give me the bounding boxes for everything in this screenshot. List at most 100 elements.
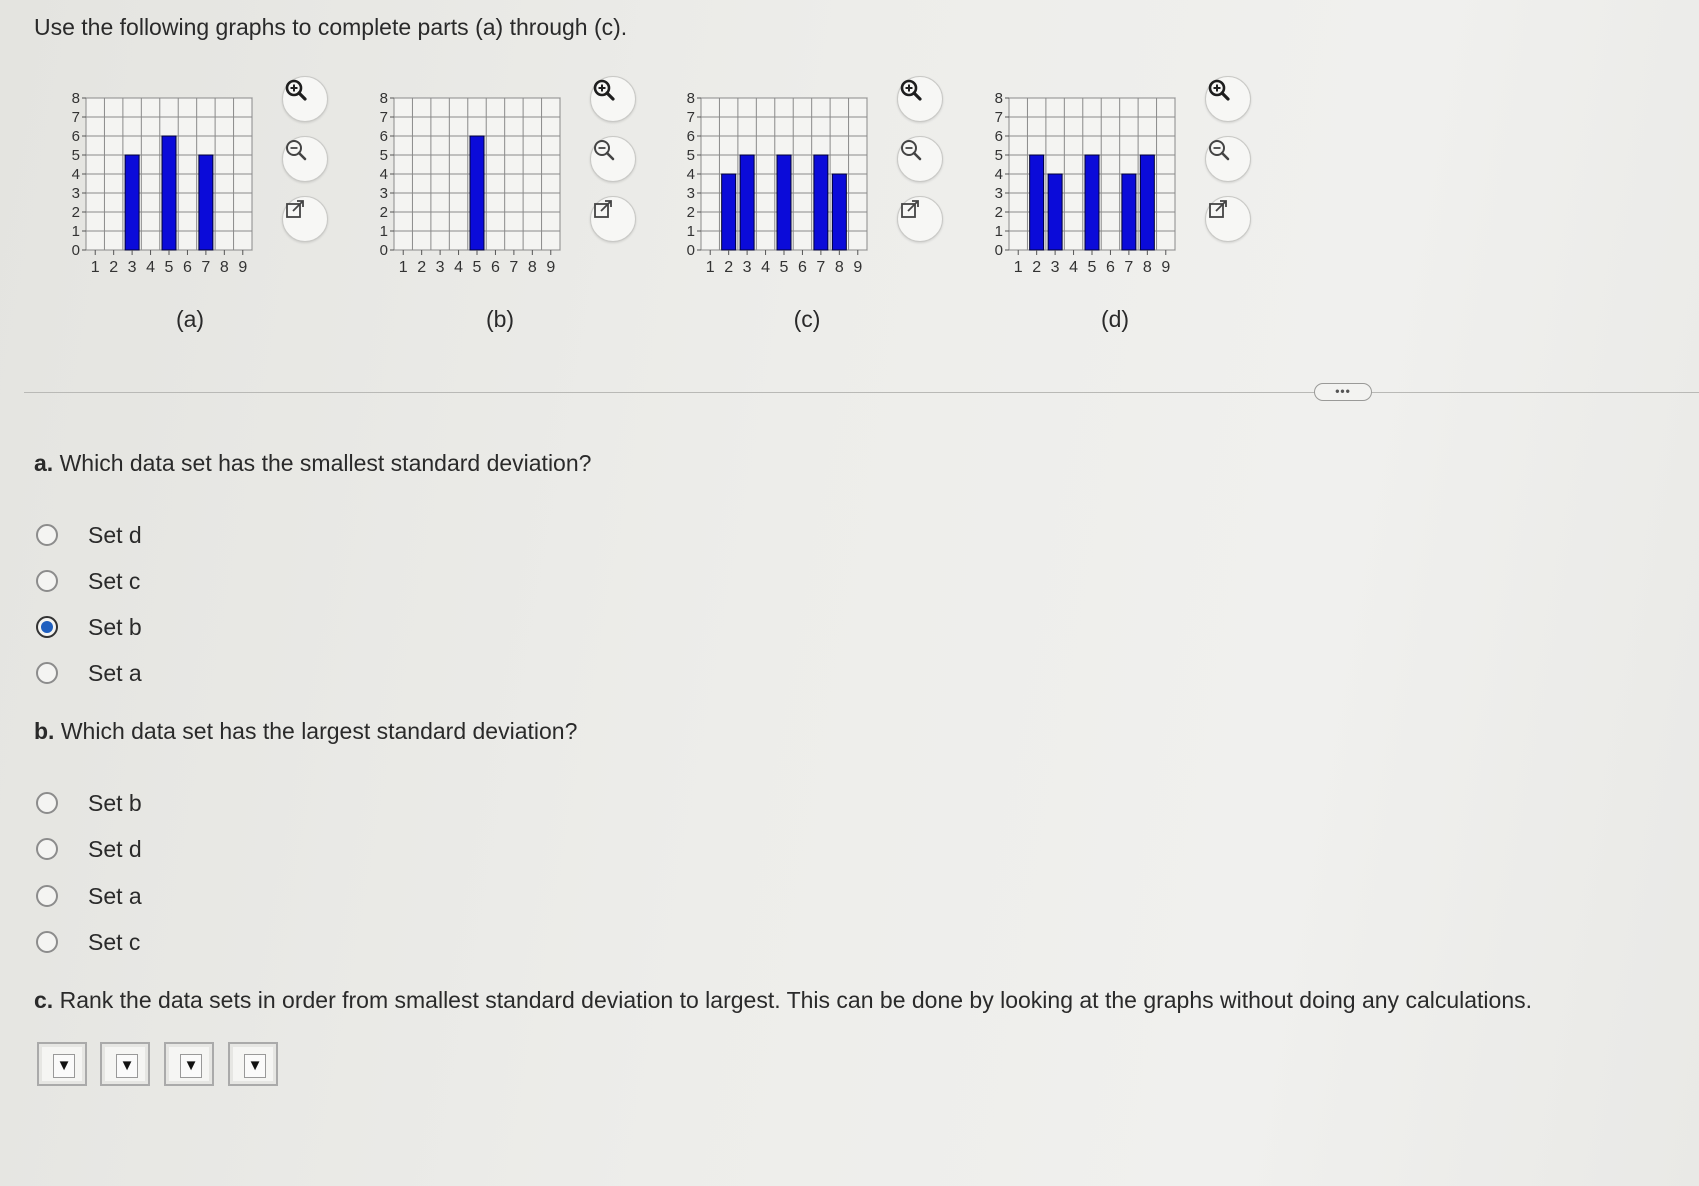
chart-c-svg: 0123456781 2 3 4 5 6 7 8 9 — [687, 90, 868, 276]
y-tick-label: 0 — [380, 242, 388, 259]
x-tick-label: 5 — [165, 259, 174, 276]
bar — [198, 154, 214, 251]
y-tick-label: 2 — [380, 204, 388, 221]
x-tick-label: 8 — [528, 259, 537, 276]
rank-dropdown-4[interactable]: ▼ — [228, 1042, 278, 1086]
question-c-letter: c. — [34, 987, 54, 1013]
chart-d-caption: (d) — [1100, 306, 1130, 332]
radio-button[interactable] — [36, 792, 58, 814]
option-label: Set a — [88, 882, 142, 909]
y-tick-label: 4 — [995, 166, 1003, 183]
open-external-button[interactable] — [590, 196, 636, 242]
zoom-in-button[interactable] — [590, 76, 636, 122]
chart-d-svg: 0123456781 2 3 4 5 6 7 8 9 — [995, 90, 1176, 276]
y-tick-label: 4 — [380, 166, 388, 183]
chart-c: 012345678123456789 (c) — [675, 76, 975, 348]
y-tick-label: 6 — [995, 128, 1003, 145]
x-tick-label: 3 — [128, 259, 137, 276]
chart-c-caption: (c) — [793, 306, 821, 332]
x-tick-label: 5 — [1088, 259, 1097, 276]
bar — [739, 154, 755, 251]
x-tick-label: 9 — [853, 259, 862, 276]
zoom-in-button[interactable] — [897, 76, 943, 122]
x-tick-label: 3 — [436, 259, 445, 276]
option-label: Set c — [88, 928, 141, 955]
x-tick-label: 7 — [816, 259, 825, 276]
more-options-button[interactable]: ••• — [1314, 383, 1372, 401]
instructions-text: Use the following graphs to complete par… — [34, 14, 628, 40]
zoom-out-button[interactable] — [282, 136, 328, 182]
zoom-out-button[interactable] — [590, 136, 636, 182]
option-label: Set d — [88, 521, 142, 548]
option-b-3[interactable]: Set a — [36, 879, 142, 913]
y-tick-label: 3 — [380, 185, 388, 202]
y-tick-label: 0 — [72, 242, 80, 259]
zoom-in-button[interactable] — [282, 76, 328, 122]
y-tick-label: 7 — [72, 109, 80, 126]
option-a-4[interactable]: Set a — [36, 656, 142, 690]
y-tick-label: 1 — [687, 223, 695, 240]
chart-a-svg: 0123456781 2 3 4 5 6 7 8 9 — [72, 90, 253, 276]
x-tick-label: 5 — [780, 259, 789, 276]
y-tick-label: 2 — [72, 204, 80, 221]
y-tick-label: 2 — [995, 204, 1003, 221]
zoom-out-button[interactable] — [1205, 136, 1251, 182]
x-tick-label: 9 — [1161, 259, 1170, 276]
open-external-button[interactable] — [1205, 196, 1251, 242]
open-external-button[interactable] — [282, 196, 328, 242]
radio-button[interactable] — [36, 662, 58, 684]
y-tick-label: 1 — [72, 223, 80, 240]
option-a-1[interactable]: Set d — [36, 518, 142, 552]
x-tick-label: 2 — [1032, 259, 1041, 276]
radio-button-selected[interactable] — [36, 616, 58, 638]
y-tick-label: 1 — [380, 223, 388, 240]
option-a-3[interactable]: Set b — [36, 610, 142, 644]
x-tick-label: 6 — [183, 259, 192, 276]
x-tick-label: 7 — [201, 259, 210, 276]
y-tick-label: 8 — [380, 90, 388, 107]
radio-button[interactable] — [36, 838, 58, 860]
radio-button[interactable] — [36, 524, 58, 546]
y-tick-label: 7 — [995, 109, 1003, 126]
rank-dropdown-3[interactable]: ▼ — [164, 1042, 214, 1086]
option-a-2[interactable]: Set c — [36, 564, 140, 598]
x-tick-label: 8 — [220, 259, 229, 276]
option-b-1[interactable]: Set b — [36, 786, 142, 820]
option-label: Set a — [88, 659, 142, 686]
x-tick-label: 2 — [109, 259, 118, 276]
radio-button[interactable] — [36, 570, 58, 592]
y-tick-label: 1 — [995, 223, 1003, 240]
x-tick-label: 2 — [417, 259, 426, 276]
x-tick-label: 3 — [1051, 259, 1060, 276]
question-a-text: Which data set has the smallest standard… — [59, 450, 592, 476]
rank-dropdown-2[interactable]: ▼ — [100, 1042, 150, 1086]
bar — [813, 154, 829, 251]
chart-a: 012345678123456789 (a) — [60, 76, 360, 348]
radio-button[interactable] — [36, 885, 58, 907]
y-tick-label: 5 — [72, 147, 80, 164]
open-external-button[interactable] — [897, 196, 943, 242]
bar — [161, 135, 177, 251]
y-tick-label: 6 — [687, 128, 695, 145]
y-tick-label: 4 — [72, 166, 80, 183]
zoom-in-button[interactable] — [1205, 76, 1251, 122]
x-tick-label: 1 — [706, 259, 715, 276]
dropdown-arrow-icon: ▼ — [53, 1054, 75, 1078]
question-a-letter: a. — [34, 450, 54, 476]
x-tick-label: 9 — [546, 259, 555, 276]
x-tick-label: 6 — [491, 259, 500, 276]
question-a: a. Which data set has the smallest stand… — [34, 450, 591, 477]
rank-dropdown-1[interactable]: ▼ — [37, 1042, 87, 1086]
zoom-out-button[interactable] — [897, 136, 943, 182]
radio-button[interactable] — [36, 931, 58, 953]
y-tick-label: 8 — [995, 90, 1003, 107]
bar — [721, 173, 737, 251]
x-tick-label: 7 — [509, 259, 518, 276]
bar — [124, 154, 140, 251]
option-label: Set b — [88, 613, 142, 640]
x-tick-label: 4 — [1069, 259, 1078, 276]
option-b-2[interactable]: Set d — [36, 832, 142, 866]
x-tick-label: 4 — [761, 259, 770, 276]
y-tick-label: 2 — [687, 204, 695, 221]
option-b-4[interactable]: Set c — [36, 925, 140, 959]
